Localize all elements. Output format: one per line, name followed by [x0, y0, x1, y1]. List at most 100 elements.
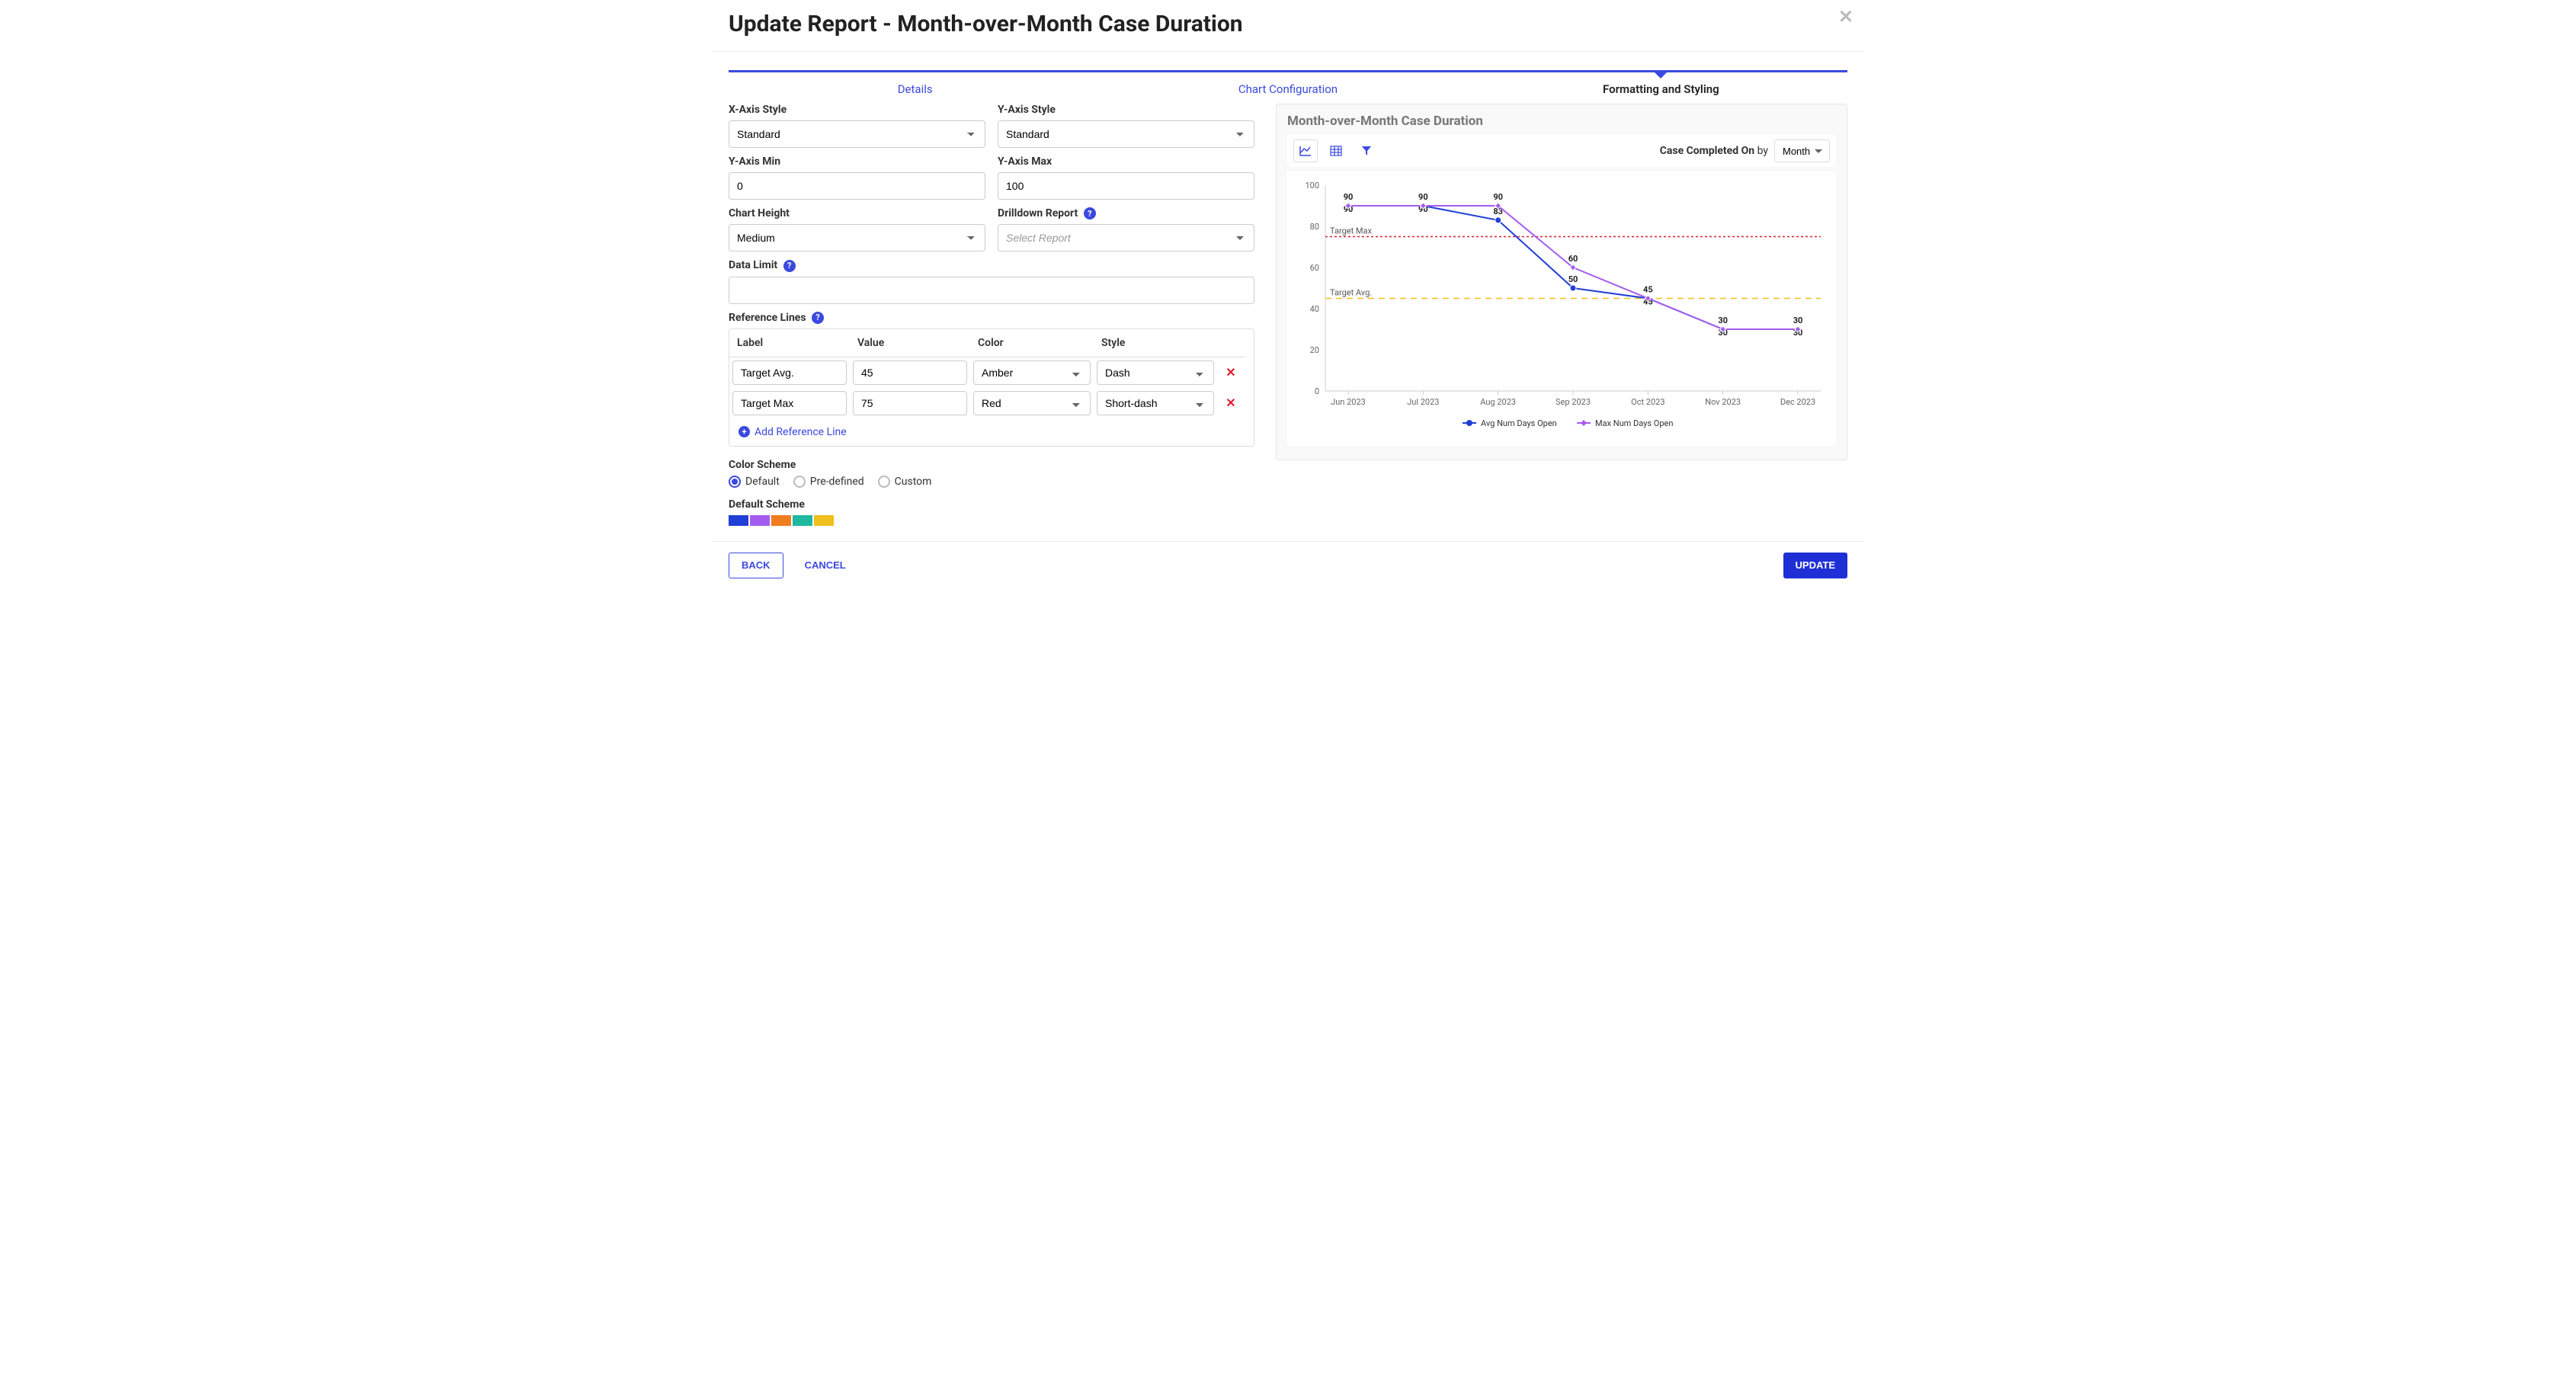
radio-label: Pre-defined: [810, 476, 864, 488]
plus-icon: +: [739, 426, 750, 437]
yaxis-style-label: Y-Axis Style: [998, 104, 1254, 116]
yaxis-max-input[interactable]: [998, 172, 1254, 200]
svg-text:Oct 2023: Oct 2023: [1631, 397, 1664, 407]
ref-color-select[interactable]: Red: [973, 391, 1091, 415]
svg-text:Nov 2023: Nov 2023: [1705, 397, 1741, 407]
svg-text:30: 30: [1718, 316, 1728, 325]
color-scheme-custom-radio[interactable]: Custom: [878, 476, 932, 488]
color-swatch: [729, 515, 748, 526]
data-limit-input[interactable]: [729, 277, 1254, 304]
ref-style-select[interactable]: Short-dash: [1097, 391, 1214, 415]
svg-text:0: 0: [1315, 386, 1319, 396]
radio-icon: [878, 476, 890, 488]
ref-header-style: Style: [1094, 329, 1217, 357]
drilldown-label: Drilldown Report ?: [998, 207, 1254, 219]
svg-text:Target Avg.: Target Avg.: [1330, 288, 1372, 298]
ref-value-input[interactable]: [853, 391, 967, 415]
svg-text:20: 20: [1310, 345, 1319, 355]
footer: BACK CANCEL UPDATE: [712, 541, 1864, 589]
svg-text:Jun 2023: Jun 2023: [1331, 397, 1366, 407]
groupby-select[interactable]: Month: [1774, 139, 1830, 162]
svg-text:60: 60: [1310, 263, 1319, 273]
chart-area: 0 20 40 60 80 100 Target Avg. Target Max Jun 202…: [1287, 171, 1836, 446]
reference-lines-label: Reference Lines ?: [729, 312, 1254, 324]
xaxis-style-label: X-Axis Style: [729, 104, 985, 116]
data-limit-label: Data Limit ?: [729, 259, 1254, 271]
svg-text:80: 80: [1310, 222, 1319, 232]
back-button[interactable]: BACK: [729, 553, 783, 578]
xaxis-style-select[interactable]: Standard: [729, 120, 985, 148]
groupby-label: Case Completed On by: [1660, 145, 1768, 157]
color-scheme-default-radio[interactable]: Default: [729, 476, 780, 488]
radio-label: Custom: [895, 476, 932, 488]
reference-lines-table: Label Value Color Style Amber Dash ✕: [729, 328, 1254, 447]
svg-text:40: 40: [1310, 304, 1319, 314]
svg-text:Avg Num Days Open: Avg Num Days Open: [1481, 418, 1557, 428]
color-scheme-predefined-radio[interactable]: Pre-defined: [793, 476, 864, 488]
svg-text:100: 100: [1305, 181, 1319, 191]
svg-text:Sep 2023: Sep 2023: [1556, 397, 1591, 407]
add-reference-line-label: Add Reference Line: [755, 426, 847, 438]
reference-line-row: Red Short-dash ✕: [729, 388, 1254, 418]
step-details[interactable]: Details: [729, 70, 1101, 96]
help-icon[interactable]: ?: [812, 312, 824, 324]
yaxis-min-label: Y-Axis Min: [729, 155, 985, 168]
table-view-icon[interactable]: [1324, 139, 1348, 162]
radio-icon: [729, 476, 741, 488]
svg-text:Jul 2023: Jul 2023: [1407, 397, 1439, 407]
color-swatch: [771, 515, 791, 526]
step-chart-configuration[interactable]: Chart Configuration: [1101, 70, 1474, 96]
chart-height-label: Chart Height: [729, 207, 985, 219]
default-scheme-swatches: [729, 515, 1254, 526]
form-panel: X-Axis Style Standard Y-Axis Style Stand…: [729, 104, 1254, 526]
yaxis-style-select[interactable]: Standard: [998, 120, 1254, 148]
step-label: Formatting and Styling: [1603, 82, 1719, 96]
ref-color-select[interactable]: Amber: [973, 360, 1091, 385]
chart-height-select[interactable]: Medium: [729, 224, 985, 251]
update-button[interactable]: UPDATE: [1783, 553, 1847, 578]
radio-icon: [793, 476, 806, 488]
stepper: Details Chart Configuration Formatting a…: [729, 70, 1847, 96]
svg-text:90: 90: [1493, 192, 1503, 202]
svg-text:60: 60: [1568, 254, 1578, 264]
color-swatch: [814, 515, 834, 526]
preview-title: Month-over-Month Case Duration: [1287, 114, 1836, 129]
filter-icon[interactable]: [1354, 139, 1379, 162]
radio-label: Default: [745, 476, 780, 488]
svg-text:Aug 2023: Aug 2023: [1480, 397, 1516, 407]
help-icon[interactable]: ?: [783, 260, 796, 272]
chart-view-icon[interactable]: [1293, 139, 1318, 162]
svg-text:Target Max: Target Max: [1330, 226, 1372, 236]
svg-text:90: 90: [1418, 192, 1428, 202]
svg-text:30: 30: [1793, 316, 1803, 325]
cancel-button[interactable]: CANCEL: [793, 553, 858, 578]
drilldown-select[interactable]: Select Report: [998, 224, 1254, 251]
svg-text:Max Num Days Open: Max Num Days Open: [1595, 418, 1673, 428]
delete-row-icon[interactable]: ✕: [1226, 396, 1235, 410]
preview-card: Month-over-Month Case Duration Case Comp…: [1276, 104, 1847, 460]
color-swatch: [750, 515, 770, 526]
step-label: Details: [898, 82, 933, 96]
delete-row-icon[interactable]: ✕: [1226, 365, 1235, 380]
default-scheme-label: Default Scheme: [729, 498, 1254, 511]
color-scheme-label: Color Scheme: [729, 459, 1254, 471]
ref-header-color: Color: [970, 329, 1094, 357]
ref-header-label: Label: [729, 329, 850, 357]
ref-value-input[interactable]: [853, 360, 967, 385]
add-reference-line-button[interactable]: + Add Reference Line: [729, 418, 1254, 446]
step-formatting-styling[interactable]: Formatting and Styling: [1475, 70, 1847, 96]
svg-text:50: 50: [1568, 274, 1578, 284]
help-icon[interactable]: ?: [1084, 207, 1096, 219]
svg-text:Dec 2023: Dec 2023: [1780, 397, 1815, 407]
page-title: Update Report - Month-over-Month Case Du…: [729, 11, 1847, 37]
svg-text:45: 45: [1643, 285, 1653, 295]
reference-line-row: Amber Dash ✕: [729, 357, 1254, 388]
ref-style-select[interactable]: Dash: [1097, 360, 1214, 385]
ref-label-input[interactable]: [732, 360, 847, 385]
step-label: Chart Configuration: [1238, 82, 1338, 96]
yaxis-max-label: Y-Axis Max: [998, 155, 1254, 168]
svg-text:90: 90: [1344, 192, 1354, 202]
yaxis-min-input[interactable]: [729, 172, 985, 200]
close-icon[interactable]: ✕: [1838, 6, 1854, 27]
ref-label-input[interactable]: [732, 391, 847, 415]
